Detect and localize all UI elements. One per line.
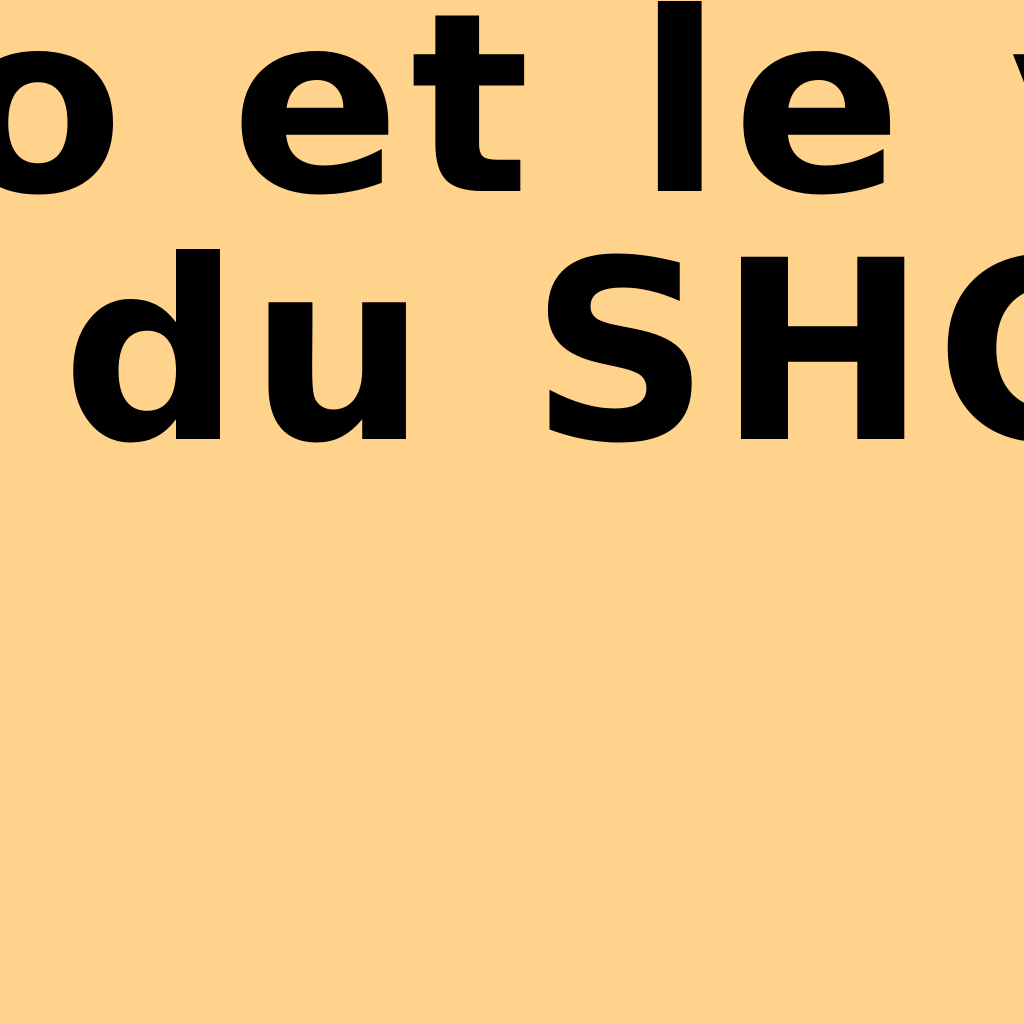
text-line-1: o et le ve — [0, 0, 1024, 250]
text-line-2: du SHC. — [62, 207, 1024, 498]
zoomed-text-viewport: o et le ve du SHC. — [0, 0, 1024, 1024]
